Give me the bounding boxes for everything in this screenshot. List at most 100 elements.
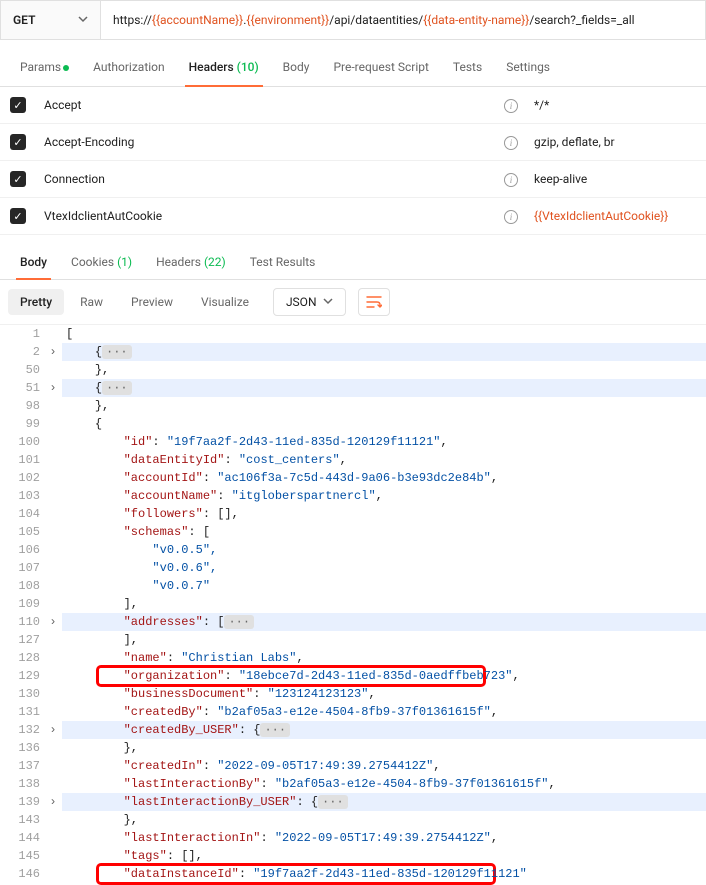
rtab-test-results[interactable]: Test Results xyxy=(238,245,328,279)
line-number: 51 xyxy=(0,379,40,397)
code-line[interactable]: }, xyxy=(62,397,706,415)
info-icon[interactable]: i xyxy=(504,210,518,224)
code-line[interactable]: "createdBy_USER": {··· xyxy=(62,721,706,739)
checkbox-icon[interactable]: ✓ xyxy=(10,208,26,224)
code-line[interactable]: "lastInteractionIn": "2022-09-05T17:49:3… xyxy=(62,829,706,847)
fold-toggle-icon[interactable]: › xyxy=(48,613,58,631)
header-key[interactable]: Accept xyxy=(36,87,496,124)
header-key[interactable]: Connection xyxy=(36,161,496,198)
line-number: 108 xyxy=(0,577,40,595)
header-value[interactable]: keep-alive xyxy=(526,161,706,198)
code-line[interactable]: }, xyxy=(62,739,706,757)
fold-toggle-icon[interactable]: › xyxy=(48,793,58,811)
line-number: 99 xyxy=(0,415,40,433)
code-line[interactable]: {··· xyxy=(62,343,706,361)
code-line[interactable]: "name": "Christian Labs", xyxy=(62,649,706,667)
header-value[interactable]: {{VtexIdclientAutCookie}} xyxy=(526,198,706,235)
wrap-lines-button[interactable] xyxy=(358,288,390,316)
code-line[interactable]: "addresses": [··· xyxy=(62,613,706,631)
line-number: 98 xyxy=(0,397,40,415)
line-number: 138 xyxy=(0,775,40,793)
line-number: 145 xyxy=(0,847,40,865)
request-tabs: Params Authorization Headers (10) Body P… xyxy=(0,48,706,87)
header-row: ✓ VtexIdclientAutCookie i {{VtexIdclientAut… xyxy=(0,198,706,235)
checkbox-icon[interactable]: ✓ xyxy=(10,97,26,113)
request-url-bar: GET https://{{accountName}}.{{environmen… xyxy=(0,0,706,40)
vtab-raw[interactable]: Raw xyxy=(68,289,115,315)
checkbox-icon[interactable]: ✓ xyxy=(10,134,26,150)
response-body-code[interactable]: 1250519899100101102103104105106107108109… xyxy=(0,325,706,883)
code-line[interactable]: "schemas": [ xyxy=(62,523,706,541)
code-line[interactable]: { xyxy=(62,415,706,433)
line-number: 101 xyxy=(0,451,40,469)
rtab-body[interactable]: Body xyxy=(8,245,59,279)
header-row: ✓ Connection i keep-alive xyxy=(0,161,706,198)
line-number: 136 xyxy=(0,739,40,757)
code-line[interactable]: ], xyxy=(62,595,706,613)
code-line[interactable]: ], xyxy=(62,631,706,649)
header-key[interactable]: Accept-Encoding xyxy=(36,124,496,161)
vtab-visualize[interactable]: Visualize xyxy=(189,289,261,315)
info-icon[interactable]: i xyxy=(504,136,518,150)
fold-toggle-icon[interactable]: › xyxy=(48,343,58,361)
code-line[interactable]: "v0.0.7" xyxy=(62,577,706,595)
code-line[interactable]: "accountName": "itgloberspartnercl", xyxy=(62,487,706,505)
code-line[interactable]: [ xyxy=(62,325,706,343)
url-input[interactable]: https://{{accountName}}.{{environment}}/… xyxy=(101,1,705,39)
code-line[interactable]: "dataEntityId": "cost_centers", xyxy=(62,451,706,469)
line-number: 131 xyxy=(0,703,40,721)
code-line[interactable]: "lastInteractionBy_USER": {··· xyxy=(62,793,706,811)
line-number: 106 xyxy=(0,541,40,559)
header-value[interactable]: */* xyxy=(526,87,706,124)
line-number: 104 xyxy=(0,505,40,523)
code-line[interactable]: "id": "19f7aa2f-2d43-11ed-835d-120129f11… xyxy=(62,433,706,451)
line-number: 127 xyxy=(0,631,40,649)
info-icon[interactable]: i xyxy=(504,99,518,113)
header-key[interactable]: VtexIdclientAutCookie xyxy=(36,198,496,235)
code-line[interactable]: "businessDocument": "123124123123", xyxy=(62,685,706,703)
code-line[interactable]: }, xyxy=(62,811,706,829)
code-line[interactable]: {··· xyxy=(62,379,706,397)
header-row: ✓ Accept-Encoding i gzip, deflate, br xyxy=(0,124,706,161)
tab-headers[interactable]: Headers (10) xyxy=(177,48,271,86)
code-line[interactable]: "tags": [], xyxy=(62,847,706,865)
line-number: 50 xyxy=(0,361,40,379)
chevron-down-icon xyxy=(323,295,333,309)
line-number: 143 xyxy=(0,811,40,829)
code-line[interactable]: "createdBy": "b2af05a3-e12e-4504-8fb9-37… xyxy=(62,703,706,721)
line-number: 144 xyxy=(0,829,40,847)
code-line[interactable]: "createdIn": "2022-09-05T17:49:39.275441… xyxy=(62,757,706,775)
header-value[interactable]: gzip, deflate, br xyxy=(526,124,706,161)
code-line[interactable]: "accountId": "ac106f3a-7c5d-443d-9a06-b3… xyxy=(62,469,706,487)
http-method-select[interactable]: GET xyxy=(1,1,101,39)
format-select[interactable]: JSON xyxy=(273,288,346,316)
tab-params[interactable]: Params xyxy=(8,48,81,86)
checkbox-icon[interactable]: ✓ xyxy=(10,171,26,187)
fold-toggle-icon[interactable]: › xyxy=(48,721,58,739)
code-line[interactable]: "v0.0.5", xyxy=(62,541,706,559)
tab-body[interactable]: Body xyxy=(271,48,322,86)
response-tabs: Body Cookies (1) Headers (22) Test Resul… xyxy=(0,245,706,280)
params-modified-dot xyxy=(63,65,69,71)
rtab-headers[interactable]: Headers (22) xyxy=(144,245,238,279)
vtab-preview[interactable]: Preview xyxy=(119,289,185,315)
line-number: 110 xyxy=(0,613,40,631)
code-line[interactable]: "followers": [], xyxy=(62,505,706,523)
chevron-down-icon xyxy=(78,13,88,27)
code-line[interactable]: "dataInstanceId": "19f7aa2f-2d43-11ed-83… xyxy=(62,865,706,883)
code-line[interactable]: }, xyxy=(62,361,706,379)
tab-settings[interactable]: Settings xyxy=(494,48,562,86)
vtab-pretty[interactable]: Pretty xyxy=(8,289,64,315)
line-number: 128 xyxy=(0,649,40,667)
rtab-cookies[interactable]: Cookies (1) xyxy=(59,245,144,279)
tab-authorization[interactable]: Authorization xyxy=(81,48,177,86)
code-line[interactable]: "lastInteractionBy": "b2af05a3-e12e-4504… xyxy=(62,775,706,793)
http-method-label: GET xyxy=(13,13,35,27)
info-icon[interactable]: i xyxy=(504,173,518,187)
code-line[interactable]: "organization": "18ebce7d-2d43-11ed-835d… xyxy=(62,667,706,685)
tab-tests[interactable]: Tests xyxy=(441,48,494,86)
line-number: 132 xyxy=(0,721,40,739)
tab-prerequest[interactable]: Pre-request Script xyxy=(321,48,440,86)
code-line[interactable]: "v0.0.6", xyxy=(62,559,706,577)
fold-toggle-icon[interactable]: › xyxy=(48,379,58,397)
